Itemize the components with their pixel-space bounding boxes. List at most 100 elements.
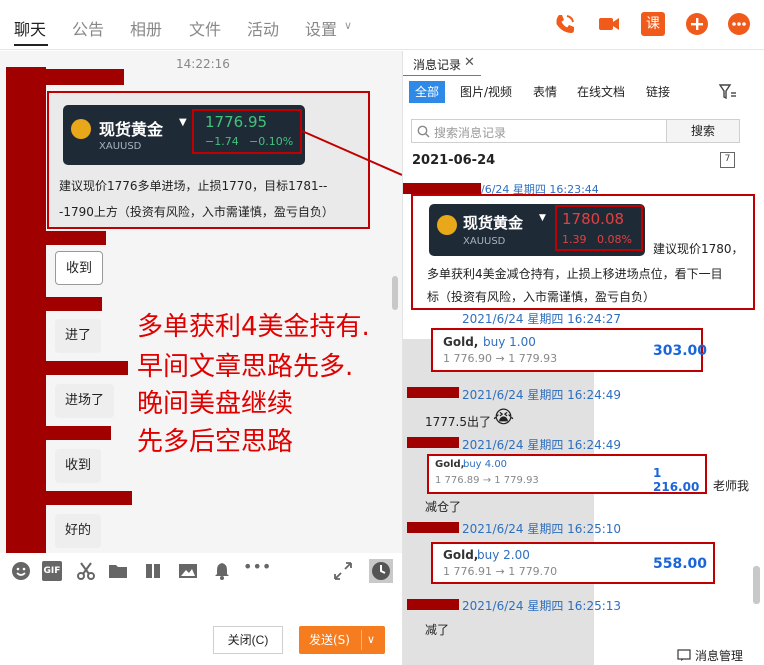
history-scrollbar[interactable] (753, 566, 760, 604)
gold-coin-icon (437, 215, 457, 235)
annotation-line: 晚间美盘继续 (137, 389, 294, 419)
trade-prices: 1 776.89 → 1 779.93 (435, 475, 539, 486)
message-history-panel: 消息记录 ✕ 全部 图片/视频 表情 在线文档 链接 搜索消息记录 搜索 202… (402, 51, 764, 665)
search-placeholder: 搜索消息记录 (434, 126, 507, 140)
quote-change-pct: 0.08% (597, 233, 632, 246)
message-text: 建议现价1780， (653, 242, 744, 256)
redaction-bar (407, 437, 459, 448)
trade-profit: 1 216.00 (653, 466, 700, 494)
quote-widget[interactable]: 现货黄金 ▼ XAUUSD 1780.08 1.39 0.08% (429, 204, 645, 256)
redaction-bar (403, 183, 481, 194)
input-toolbar: GIF ••• (0, 553, 402, 591)
quote-change: 1.39 (562, 233, 587, 246)
caret-down-icon: ▼ (539, 213, 546, 223)
panel-title-underline (403, 75, 481, 76)
trade-prices: 1 776.91 → 1 779.70 (443, 565, 558, 578)
trade-card: Gold, buy 1.00 1 776.90 → 1 779.93 303.0… (431, 328, 707, 372)
send-button-label: 发送(S) (309, 633, 350, 647)
tab-activity[interactable]: 活动 (247, 16, 279, 40)
gif-icon[interactable]: GIF (42, 561, 62, 581)
chevron-down-icon[interactable]: ∨ (367, 626, 375, 654)
search-icon (417, 125, 430, 138)
course-icon[interactable]: 课 (641, 12, 665, 36)
chat-scrollbar[interactable] (392, 276, 398, 310)
add-icon[interactable] (685, 12, 709, 36)
filter-links[interactable]: 链接 (646, 81, 670, 103)
crying-emoji-icon: 😭 (493, 407, 515, 428)
chat-bubble: 进了 (55, 319, 102, 353)
chat-bubble: 收到 (55, 251, 104, 285)
quote-symbol: XAUUSD (463, 236, 506, 247)
date-header: 2021-06-24 (412, 153, 496, 168)
message-timestamp: 2021/6/24 星期四 16:24:27 (462, 312, 622, 326)
emoji-icon[interactable] (11, 561, 31, 581)
search-input[interactable]: 搜索消息记录 (411, 119, 667, 143)
top-nav: 聊天 公告 相册 文件 活动 设置 ∨ 课 (0, 0, 764, 50)
quote-message: 现货黄金 ▼ XAUUSD 1780.08 1.39 0.08% 建议现价178… (411, 194, 755, 310)
close-icon[interactable]: ✕ (464, 55, 475, 70)
annotation-line: 多单获利4美金持有. (137, 312, 370, 342)
folder-icon[interactable] (108, 561, 128, 581)
send-button[interactable]: 发送(S) ∨ (299, 626, 385, 654)
more-icon[interactable] (727, 12, 751, 36)
shake-icon[interactable] (143, 561, 163, 581)
video-icon[interactable] (597, 12, 621, 36)
trade-card: Gold, buy 2.00 1 776.91 → 1 779.70 558.0… (431, 542, 715, 584)
tab-chat[interactable]: 聊天 (14, 16, 46, 40)
tab-files[interactable]: 文件 (189, 16, 221, 40)
message-timestamp: 2021/6/24 星期四 16:24:49 (462, 388, 622, 402)
quote-price: 1780.08 (562, 210, 625, 228)
trade-direction: buy 2.00 (477, 548, 530, 562)
annotation-line: 早间文章思路先多. (137, 352, 354, 382)
message-text: 减了 (425, 623, 450, 637)
bell-icon[interactable] (212, 561, 232, 581)
message-text: 1777.5出了 (425, 415, 491, 429)
filter-sticker[interactable]: 表情 (533, 81, 557, 103)
tab-album[interactable]: 相册 (130, 16, 162, 40)
chat-bubble: 好的 (55, 514, 102, 548)
price-highlight: 1780.08 1.39 0.08% (555, 205, 643, 251)
trade-direction: buy 1.00 (483, 335, 536, 349)
trade-profit: 558.00 (653, 556, 708, 572)
chat-bubble: 进场了 (55, 384, 115, 418)
close-button[interactable]: 关闭(C) (213, 626, 283, 654)
scissors-icon[interactable] (76, 561, 96, 581)
redaction-bar (407, 522, 459, 533)
trade-instrument: Gold, (443, 548, 479, 562)
trade-instrument: Gold, (435, 459, 465, 470)
message-timestamp: 2021/6/24 星期四 16:24:49 (462, 438, 622, 452)
filter-docs[interactable]: 在线文档 (577, 81, 625, 103)
trade-card: Gold, buy 4.00 1 776.89 → 1 779.93 1 216… (427, 454, 707, 494)
message-timestamp: 2021/6/24 星期四 16:25:10 (462, 522, 622, 536)
calendar-icon[interactable]: 7 (720, 152, 735, 168)
quote-name: 现货黄金 (463, 214, 524, 232)
message-text: 标（投资有风险，入市需谨慎，盈亏自负） (427, 290, 656, 304)
panel-title: 消息记录 (413, 58, 462, 72)
trade-instrument: Gold, (443, 335, 479, 349)
image-icon[interactable] (178, 561, 198, 581)
filter-media[interactable]: 图片/视频 (460, 81, 512, 103)
annotation-line: 先多后空思路 (137, 427, 294, 457)
search-button[interactable]: 搜索 (666, 119, 740, 143)
filter-all[interactable]: 全部 (409, 81, 446, 103)
chat-area: 14:22:16 现货黄金 ▼ XAUUSD 1776.95 −1.74 −0.… (0, 51, 402, 553)
message-manage-link[interactable]: 消息管理 (695, 647, 743, 664)
more-dots-icon[interactable]: ••• (243, 557, 271, 576)
redaction-bar (407, 387, 459, 398)
message-text: 减仓了 (425, 500, 462, 514)
message-text: 多单获利4美金减仓持有，止损上移进场点位，看下一目 (427, 267, 723, 281)
trade-direction: buy 4.00 (463, 459, 508, 470)
tab-notice[interactable]: 公告 (72, 16, 104, 40)
expand-icon[interactable] (333, 561, 353, 581)
message-text: 老师我 (713, 479, 750, 493)
filter-icon[interactable] (719, 84, 737, 100)
tab-settings[interactable]: 设置 (305, 16, 337, 40)
trade-prices: 1 776.90 → 1 779.93 (443, 352, 558, 365)
chevron-down-icon[interactable]: ∨ (344, 19, 352, 32)
chat-bubble: 收到 (55, 449, 102, 483)
trade-profit: 303.00 (653, 343, 708, 359)
history-clock-icon[interactable] (369, 559, 393, 583)
tab-chat-underline (14, 44, 48, 46)
message-manage-icon (677, 649, 691, 661)
phone-icon[interactable] (553, 12, 577, 36)
